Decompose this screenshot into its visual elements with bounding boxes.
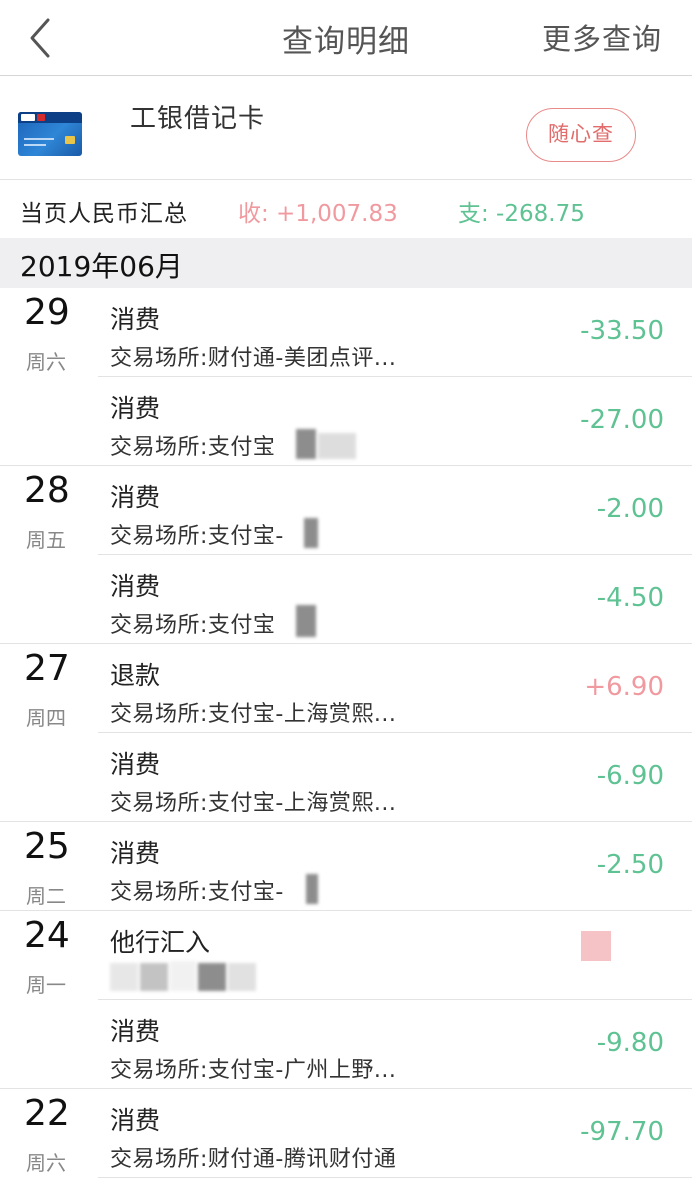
date-day: 27: [24, 648, 70, 689]
summary-label: 当页人民币汇总: [20, 201, 188, 227]
card-name: 工银借记卡: [130, 104, 266, 134]
transaction-type: 消费: [110, 394, 161, 423]
transaction-amount: -2.00: [596, 494, 664, 524]
date-weekday: 周六: [26, 1151, 66, 1175]
divider: [98, 1177, 692, 1178]
transaction-amount: -6.90: [596, 761, 664, 791]
redacted-text: [110, 963, 138, 991]
date-day: 25: [24, 826, 70, 867]
date-weekday: 周二: [26, 884, 66, 908]
transaction-amount: -27.00: [580, 405, 664, 435]
date-day: 28: [24, 470, 70, 511]
transaction-row[interactable]: 消费 交易场所:支付宝 -4.50: [0, 555, 692, 644]
date-weekday: 周六: [26, 350, 66, 374]
transaction-type: 消费: [110, 839, 161, 868]
transaction-row[interactable]: 24 周一 他行汇入: [0, 911, 692, 1000]
date-weekday: 周五: [26, 528, 66, 552]
bank-card-icon: [18, 112, 82, 156]
transaction-merchant: 交易场所:支付宝: [110, 435, 276, 460]
more-query-button[interactable]: 更多查询: [542, 16, 662, 58]
transaction-row[interactable]: 消费 交易场所:支付宝-上海赏熙... -6.90: [0, 733, 692, 822]
redacted-amount: [581, 931, 611, 961]
transaction-amount: -97.70: [580, 1117, 664, 1147]
transaction-type: 消费: [110, 305, 161, 334]
random-query-button[interactable]: 随心查: [526, 108, 636, 162]
transaction-type: 消费: [110, 483, 161, 512]
date-weekday: 周一: [26, 973, 66, 997]
transaction-row[interactable]: 22 周六 消费 交易场所:财付通-腾讯财付通 -97.70: [0, 1089, 692, 1178]
redacted-text: [170, 961, 196, 991]
date-day: 29: [24, 292, 70, 333]
transaction-amount: +6.90: [584, 672, 664, 702]
transaction-row[interactable]: 消费 交易场所:支付宝 -27.00: [0, 377, 692, 466]
transaction-merchant: 交易场所:支付宝-上海赏熙...: [110, 702, 397, 727]
transaction-type: 消费: [110, 750, 161, 779]
transaction-merchant: 交易场所:支付宝-: [110, 880, 284, 905]
transaction-merchant: 交易场所:支付宝: [110, 613, 276, 638]
redacted-text: [296, 429, 316, 459]
date-day: 22: [24, 1093, 70, 1134]
card-selector[interactable]: 工银借记卡 随心查: [0, 76, 692, 180]
transaction-merchant: 交易场所:财付通-腾讯财付通: [110, 1147, 397, 1172]
transaction-type: 退款: [110, 661, 161, 690]
transaction-type: 消费: [110, 1017, 161, 1046]
transaction-row[interactable]: 消费 交易场所:支付宝-广州上野... -9.80: [0, 1000, 692, 1089]
redacted-text: [198, 963, 226, 991]
page-summary: 当页人民币汇总 收: +1,007.83 支: -268.75: [0, 180, 692, 238]
date-weekday: 周四: [26, 706, 66, 730]
redacted-text: [228, 963, 256, 991]
summary-income: 收: +1,007.83: [238, 201, 398, 227]
transaction-type: 消费: [110, 572, 161, 601]
transaction-type: 他行汇入: [110, 928, 211, 957]
transaction-merchant: 交易场所:支付宝-上海赏熙...: [110, 791, 397, 816]
transaction-amount: -2.50: [596, 850, 664, 880]
redacted-text: [306, 874, 318, 904]
transaction-row[interactable]: 25 周二 消费 交易场所:支付宝- -2.50: [0, 822, 692, 911]
redacted-text: [318, 433, 356, 459]
redacted-text: [140, 963, 168, 991]
transaction-merchant: 交易场所:支付宝-广州上野...: [110, 1058, 397, 1083]
summary-expense: 支: -268.75: [458, 201, 585, 227]
transaction-row[interactable]: 28 周五 消费 交易场所:支付宝- -2.00: [0, 466, 692, 555]
transaction-row[interactable]: 27 周四 退款 交易场所:支付宝-上海赏熙... +6.90: [0, 644, 692, 733]
transaction-row[interactable]: 29 周六 消费 交易场所:财付通-美团点评... -33.50: [0, 288, 692, 377]
transaction-type: 消费: [110, 1106, 161, 1135]
date-day: 24: [24, 915, 70, 956]
transaction-amount: -33.50: [580, 316, 664, 346]
nav-bar: 查询明细 更多查询: [0, 0, 692, 76]
transaction-amount: -4.50: [596, 583, 664, 613]
transaction-merchant: 交易场所:支付宝-: [110, 524, 284, 549]
transaction-amount: -9.80: [596, 1028, 664, 1058]
month-header: 2019年06月: [0, 238, 692, 288]
month-label: 2019年06月: [20, 250, 183, 283]
transaction-merchant: 交易场所:财付通-美团点评...: [110, 346, 397, 371]
redacted-text: [296, 605, 316, 637]
redacted-text: [304, 518, 318, 548]
